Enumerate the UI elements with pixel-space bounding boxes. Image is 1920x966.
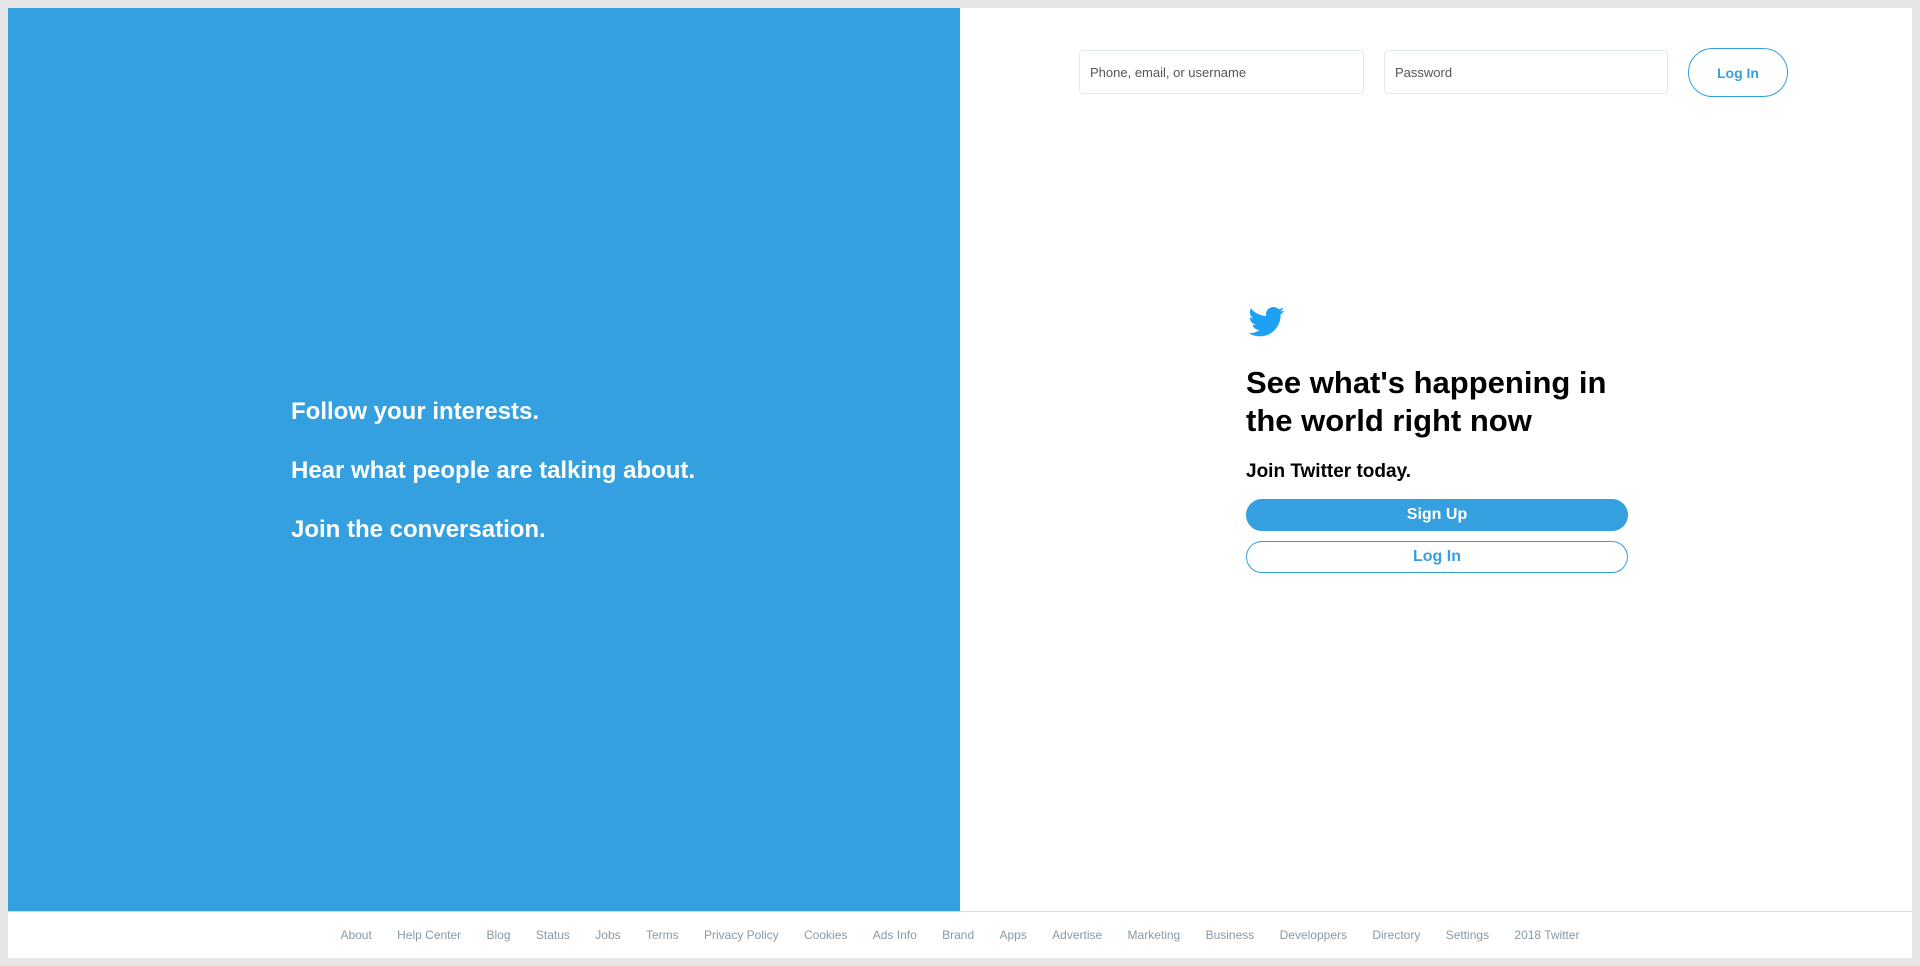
login-button[interactable]: Log In xyxy=(1246,541,1628,573)
footer-link-jobs[interactable]: Jobs xyxy=(595,928,620,942)
footer-link-brand[interactable]: Brand xyxy=(942,928,974,942)
headline: See what's happening in the world right … xyxy=(1246,365,1607,438)
footer-links: About Help Center Blog Status Jobs Terms… xyxy=(8,928,1912,942)
footer-link-settings[interactable]: Settings xyxy=(1446,928,1489,942)
username-input[interactable] xyxy=(1079,50,1364,94)
value-prop-follow: Follow your interests. xyxy=(291,398,540,425)
value-prop-hear: Hear what people are talking about. xyxy=(291,457,696,484)
left-panel: Follow your interests. Hear what people … xyxy=(8,8,960,911)
value-props: Follow your interests. Hear what people … xyxy=(291,398,695,575)
signup-button[interactable]: Sign Up xyxy=(1246,499,1628,531)
footer-link-help-center[interactable]: Help Center xyxy=(397,928,461,942)
footer-link-privacy-policy[interactable]: Privacy Policy xyxy=(704,928,779,942)
footer-link-marketing[interactable]: Marketing xyxy=(1128,928,1181,942)
footer-link-cookies[interactable]: Cookies xyxy=(804,928,847,942)
join-subhead: Join Twitter today. xyxy=(1246,461,1412,482)
login-bar: Log In xyxy=(960,8,1912,118)
footer-copyright[interactable]: 2018 Twitter xyxy=(1514,928,1579,942)
value-prop-join: Join the conversation. xyxy=(291,516,546,543)
footer-link-developers[interactable]: Developpers xyxy=(1280,928,1347,942)
footer-link-about[interactable]: About xyxy=(340,928,371,942)
right-panel: Log In See what's happening in the world… xyxy=(960,8,1912,911)
twitter-bird-icon xyxy=(1248,307,1285,337)
footer-link-ads-info[interactable]: Ads Info xyxy=(873,928,917,942)
footer-link-terms[interactable]: Terms xyxy=(646,928,679,942)
join-box: See what's happening in the world right … xyxy=(1246,303,1628,573)
footer-link-blog[interactable]: Blog xyxy=(487,928,511,942)
footer: About Help Center Blog Status Jobs Terms… xyxy=(8,911,1912,958)
footer-link-advertise[interactable]: Advertise xyxy=(1052,928,1102,942)
footer-link-business[interactable]: Business xyxy=(1206,928,1255,942)
footer-link-status[interactable]: Status xyxy=(536,928,570,942)
footer-link-directory[interactable]: Directory xyxy=(1372,928,1420,942)
password-input[interactable] xyxy=(1384,50,1668,94)
top-login-button[interactable]: Log In xyxy=(1688,48,1788,97)
page-frame: Follow your interests. Hear what people … xyxy=(8,8,1912,958)
footer-link-apps[interactable]: Apps xyxy=(999,928,1026,942)
